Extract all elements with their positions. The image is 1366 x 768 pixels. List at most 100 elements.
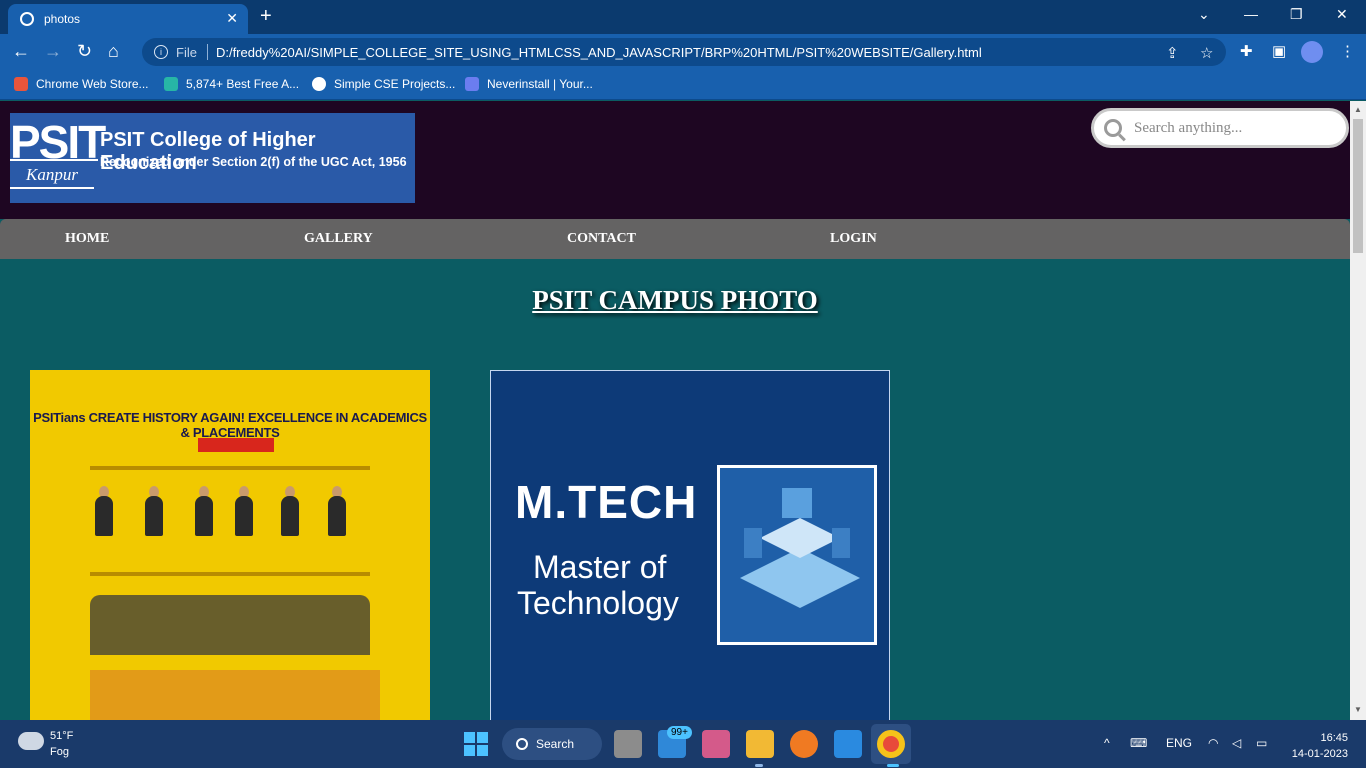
photo-text-line [90, 466, 370, 470]
nav-login[interactable]: LOGIN [830, 231, 877, 247]
tab-photos[interactable]: photos ✕ [8, 4, 248, 34]
file-explorer-icon[interactable] [746, 730, 774, 758]
browser-toolbar: ← → ↻ ⌂ i File D:/freddy%20AI/SIMPLE_COL… [0, 34, 1366, 70]
search-input[interactable] [1134, 119, 1334, 137]
scroll-down-icon[interactable]: ▼ [1354, 705, 1362, 714]
bookmark-d-icon [164, 77, 178, 91]
student-photo [328, 496, 346, 536]
student-photo [281, 496, 299, 536]
globe-icon [312, 77, 326, 91]
logo-city-text: Kanpur [26, 165, 78, 184]
bookmark-neverinstall[interactable]: Neverinstall | Your... [465, 77, 593, 91]
weather-condition[interactable]: Fog [50, 746, 69, 758]
gallery-photo-placements[interactable]: PSITians CREATE HISTORY AGAIN! EXCELLENC… [30, 370, 430, 720]
browser-tab-strip: photos ✕ + ⌄ — ❐ ✕ [0, 0, 1366, 34]
logo-underline [10, 187, 94, 189]
bookmark-label: Simple CSE Projects... [334, 77, 456, 91]
neverinstall-icon [465, 77, 479, 91]
extensions-icon[interactable]: ✚ [1240, 42, 1253, 60]
site-info-icon[interactable]: i [154, 45, 168, 59]
computer-illustration [717, 465, 877, 645]
nav-home[interactable]: HOME [65, 231, 109, 247]
chevron-up-icon[interactable]: ^ [1104, 736, 1110, 750]
clock-date: 14-01-2023 [1291, 748, 1348, 760]
search-icon [516, 738, 528, 750]
nav-gallery[interactable]: GALLERY [304, 231, 373, 247]
student-photo [145, 496, 163, 536]
menu-icon[interactable]: ⋮ [1340, 42, 1355, 60]
bookmark-label: Neverinstall | Your... [487, 77, 593, 91]
minimize-button[interactable]: — [1244, 6, 1258, 22]
web-page: PSIT Kanpur PSIT College of Higher Educa… [0, 101, 1350, 720]
bookmark-free-a[interactable]: 5,874+ Best Free A... [164, 77, 299, 91]
group-photo [90, 595, 370, 655]
keyboard-icon[interactable]: ⌨ [1130, 736, 1147, 750]
active-indicator [887, 764, 899, 767]
globe-icon [20, 12, 34, 26]
tab-title: photos [44, 12, 81, 26]
bookmark-chrome-web-store[interactable]: Chrome Web Store... [14, 77, 149, 91]
bookmark-label: Chrome Web Store... [36, 77, 149, 91]
logo-divider [10, 159, 98, 161]
url-divider [206, 44, 208, 60]
photo-red-banner [198, 438, 274, 452]
taskbar: 51°F Fog Search 99+ ^ ⌨ ENG ◠ ◁ ▭ 16:45 … [0, 720, 1366, 768]
photo-mtech-line1: Master of [533, 549, 667, 585]
battery-icon[interactable]: ▭ [1256, 736, 1267, 750]
nav-contact[interactable]: CONTACT [567, 231, 636, 247]
bookmarks-bar: Chrome Web Store... 5,874+ Best Free A..… [0, 70, 1366, 100]
reload-button[interactable]: ↻ [77, 42, 92, 60]
bookmark-label: 5,874+ Best Free A... [186, 77, 300, 91]
task-view-icon[interactable] [614, 730, 642, 758]
taskbar-search[interactable]: Search [502, 728, 602, 760]
running-indicator [755, 764, 763, 767]
photo-mtech-title: M.TECH [515, 476, 698, 528]
photo-text-line [90, 572, 370, 576]
mail-badge: 99+ [667, 726, 692, 739]
photo-mtech-line2: Technology [517, 585, 679, 621]
close-tab-icon[interactable]: ✕ [226, 10, 238, 27]
xampp-icon[interactable] [790, 730, 818, 758]
scroll-up-icon[interactable]: ▲ [1354, 105, 1362, 114]
taskbar-search-label: Search [536, 737, 575, 751]
search-icon [1104, 119, 1122, 137]
vscode-icon[interactable] [834, 730, 862, 758]
chrome-icon[interactable] [877, 730, 905, 758]
gallery-photo-mtech[interactable]: M.TECH Master of Technology [490, 370, 890, 720]
bookmark-star-icon[interactable]: ☆ [1200, 44, 1213, 62]
volume-icon[interactable]: ◁ [1232, 736, 1241, 750]
new-tab-button[interactable]: + [260, 6, 272, 26]
address-bar[interactable]: i File D:/freddy%20AI/SIMPLE_COLLEGE_SIT… [142, 38, 1226, 66]
system-clock[interactable]: 16:45 14-01-2023 [1290, 730, 1348, 762]
page-scrollbar[interactable]: ▲ ▼ [1350, 101, 1366, 720]
scrollbar-thumb[interactable] [1353, 119, 1363, 253]
placement-table [90, 670, 380, 720]
photo-headline: PSITians CREATE HISTORY AGAIN! EXCELLENC… [33, 410, 427, 440]
weather-temperature[interactable]: 51°F [50, 730, 73, 742]
url-text[interactable]: D:/freddy%20AI/SIMPLE_COLLEGE_SITE_USING… [216, 45, 982, 60]
store-app-icon[interactable] [702, 730, 730, 758]
tab-search-icon[interactable]: ⌄ [1198, 6, 1210, 23]
share-icon[interactable]: ⇪ [1166, 44, 1179, 62]
site-search[interactable] [1091, 108, 1349, 148]
student-photo [95, 496, 113, 536]
logo-recognition: Recognized under Section 2(f) of the UGC… [100, 155, 407, 169]
windows-start-icon[interactable] [464, 732, 488, 756]
forward-button[interactable]: → [44, 42, 62, 60]
cloud-icon[interactable] [18, 732, 44, 750]
maximize-button[interactable]: ❐ [1290, 6, 1303, 23]
language-indicator[interactable]: ENG [1166, 736, 1192, 750]
college-logo[interactable]: PSIT Kanpur PSIT College of Higher Educa… [10, 113, 415, 203]
student-photo [195, 496, 213, 536]
side-panel-icon[interactable]: ▣ [1272, 42, 1286, 60]
page-title: PSIT CAMPUS PHOTO [532, 285, 818, 315]
profile-avatar[interactable] [1301, 41, 1323, 63]
student-photo [235, 496, 253, 536]
bookmark-simple-cse[interactable]: Simple CSE Projects... [312, 77, 455, 91]
home-button[interactable]: ⌂ [108, 42, 119, 60]
main-nav: HOME GALLERY CONTACT LOGIN [0, 219, 1350, 259]
wifi-icon[interactable]: ◠ [1208, 736, 1218, 750]
close-window-button[interactable]: ✕ [1336, 6, 1348, 23]
back-button[interactable]: ← [12, 42, 30, 60]
site-header: PSIT Kanpur PSIT College of Higher Educa… [0, 101, 1350, 219]
